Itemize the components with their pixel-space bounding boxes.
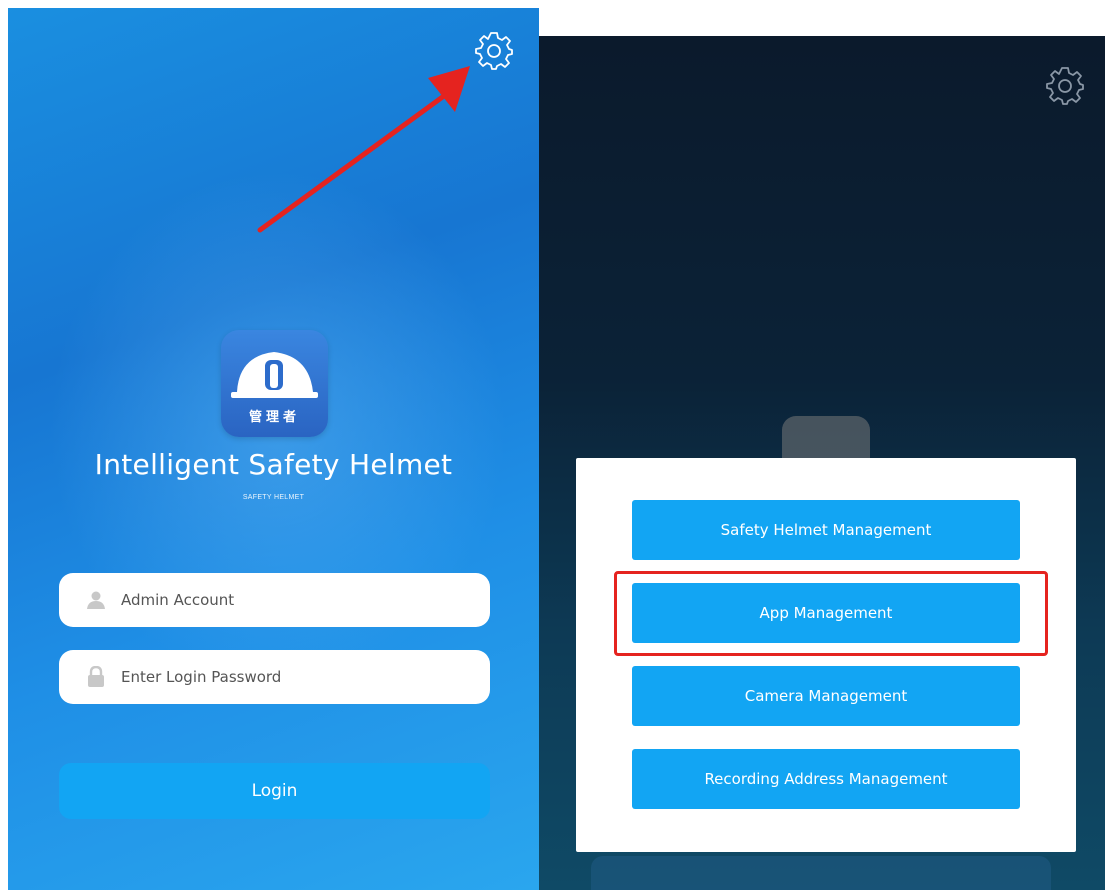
recording-address-management-button[interactable]: Recording Address Management — [632, 749, 1020, 809]
safety-helmet-management-button[interactable]: Safety Helmet Management — [632, 500, 1020, 560]
app-title: Intelligent Safety Helmet — [94, 448, 453, 481]
lock-icon — [85, 666, 107, 688]
settings-button[interactable] — [472, 28, 516, 72]
app-logo: 管理者 — [221, 330, 328, 437]
dimmed-login-button — [591, 856, 1051, 890]
app-subtitle: SAFETY HELMET — [242, 494, 305, 501]
logo-text: 管理者 — [248, 410, 300, 425]
gear-icon — [1046, 67, 1084, 105]
user-icon — [85, 589, 107, 611]
password-input[interactable] — [121, 668, 451, 686]
gear-icon — [475, 32, 513, 70]
login-screen: 管理者 Intelligent Safety Helmet SAFETY HEL… — [8, 8, 539, 890]
app-management-button[interactable]: App Management — [632, 583, 1020, 643]
camera-management-button[interactable]: Camera Management — [632, 666, 1020, 726]
password-field[interactable] — [59, 650, 490, 704]
settings-button-dimmed[interactable] — [1043, 63, 1087, 107]
helmet-icon — [231, 352, 318, 398]
account-input[interactable] — [121, 591, 451, 609]
login-button[interactable]: Login — [59, 763, 490, 819]
settings-dialog: Safety Helmet Management App Management … — [576, 458, 1076, 852]
account-field[interactable] — [59, 573, 490, 627]
